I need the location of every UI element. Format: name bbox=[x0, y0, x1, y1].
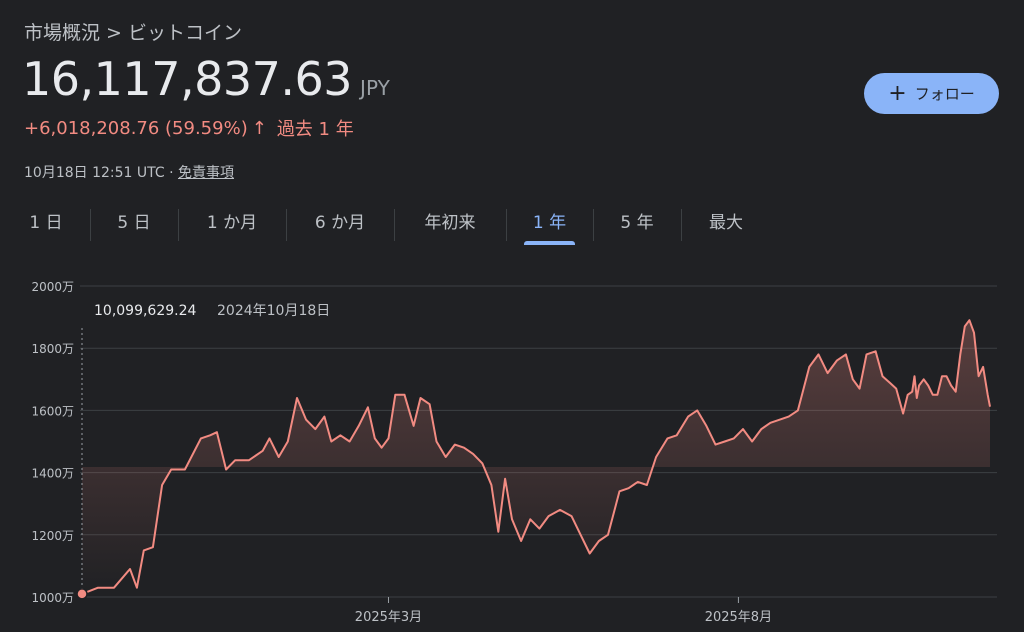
tab-ytd[interactable]: 年初来 bbox=[412, 205, 488, 241]
y-tick-label: 1600万 bbox=[31, 404, 74, 418]
change-period: 過去 1 年 bbox=[276, 119, 354, 140]
tab-separator bbox=[506, 209, 507, 241]
y-tick-label: 1800万 bbox=[31, 342, 74, 356]
disclaimer-link[interactable]: 免責事項 bbox=[178, 165, 234, 181]
tab-separator bbox=[593, 209, 594, 241]
tab-1y[interactable]: 1 年 bbox=[524, 205, 575, 245]
tab-max[interactable]: 最大 bbox=[699, 205, 753, 241]
y-tick-label: 2000万 bbox=[31, 280, 74, 294]
arrow-up-icon: ↑ bbox=[251, 117, 267, 139]
tab-separator bbox=[178, 209, 179, 241]
x-tick-label: 2025年8月 bbox=[705, 610, 772, 625]
tab-separator bbox=[681, 209, 682, 241]
range-tabs: 1 日 5 日 1 か月 6 か月 年初来 1 年 5 年 最大 bbox=[0, 205, 770, 245]
tab-1d[interactable]: 1 日 bbox=[20, 205, 72, 241]
follow-button[interactable]: + フォロー bbox=[864, 73, 999, 114]
meta-row: 10月18日 12:51 UTC · 免責事項 bbox=[24, 162, 234, 182]
y-tick-label: 1200万 bbox=[31, 529, 74, 543]
series-area bbox=[82, 320, 990, 594]
tab-5d[interactable]: 5 日 bbox=[108, 205, 160, 241]
tab-6m[interactable]: 6 か月 bbox=[304, 205, 376, 241]
plus-icon: + bbox=[888, 80, 907, 106]
price-change: +6,018,208.76 (59.59%) ↑ 過去 1 年 bbox=[24, 115, 354, 141]
tab-separator bbox=[90, 209, 91, 241]
timestamp: 10月18日 12:51 UTC bbox=[24, 165, 165, 181]
breadcrumb: 市場概況 > ビットコイン bbox=[24, 22, 242, 44]
tooltip-date: 2024年10月18日 bbox=[217, 303, 330, 319]
tab-5y[interactable]: 5 年 bbox=[611, 205, 663, 241]
change-value: +6,018,208.76 (59.59%) bbox=[24, 117, 248, 139]
hover-marker bbox=[76, 588, 88, 600]
follow-label: フォロー bbox=[914, 85, 975, 103]
price-row: 16,117,837.63 JPY bbox=[22, 52, 390, 106]
y-tick-label: 1400万 bbox=[31, 467, 74, 481]
tooltip-value: 10,099,629.24 bbox=[94, 303, 197, 319]
y-tick-label: 1000万 bbox=[31, 591, 74, 605]
tab-1m[interactable]: 1 か月 bbox=[196, 205, 268, 241]
x-tick-label: 2025年3月 bbox=[355, 610, 422, 625]
meta-separator: · bbox=[169, 165, 174, 181]
tab-separator bbox=[394, 209, 395, 241]
currency-code: JPY bbox=[360, 76, 390, 100]
current-price: 16,117,837.63 bbox=[22, 52, 353, 106]
price-chart[interactable]: 2000万 1800万 1600万 1400万 1200万 1000万 10,099,62… bbox=[0, 260, 1024, 632]
tab-separator bbox=[286, 209, 287, 241]
